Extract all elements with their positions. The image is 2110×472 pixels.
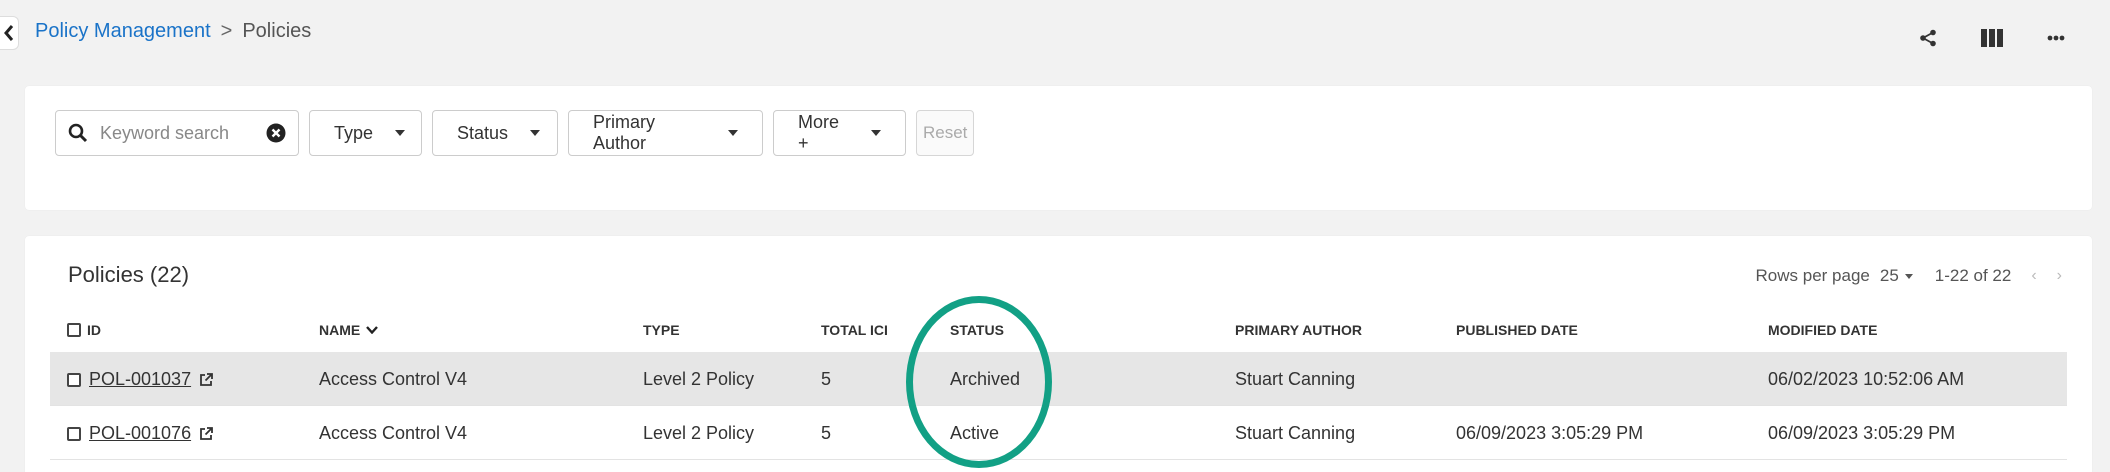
- rows-per-page-value: 25: [1879, 266, 1899, 285]
- page-actions: [1914, 24, 2070, 52]
- breadcrumb-policy-management[interactable]: Policy Management: [35, 20, 211, 43]
- rows-per-page-label: Rows per page: [1755, 266, 1870, 285]
- clear-search-button[interactable]: [266, 123, 286, 143]
- table-row[interactable]: POL-001037 Access Control V4 Level 2 Pol…: [50, 352, 2067, 406]
- policy-status: Archived: [950, 369, 1021, 389]
- policies-table-panel: Policies (22) Rows per page 25 1-22 of 2…: [25, 236, 2092, 472]
- table-header: ID NAME TYPE TOTAL ICI STATUS PRIMARY AU…: [50, 316, 2067, 344]
- row-checkbox[interactable]: [67, 372, 81, 387]
- table-title: Policies (22): [68, 262, 190, 287]
- column-header-status[interactable]: STATUS: [950, 322, 1004, 338]
- more-filters-button[interactable]: More +: [773, 110, 906, 156]
- status-filter-button[interactable]: Status: [432, 110, 558, 156]
- policy-total-ici: 5: [821, 423, 832, 443]
- table-row[interactable]: POL-001076 Access Control V4 Level 2 Pol…: [50, 406, 2067, 460]
- primary-author-filter-button[interactable]: Primary Author: [568, 110, 763, 156]
- select-all-checkbox[interactable]: [67, 323, 81, 337]
- search-box[interactable]: [55, 110, 299, 156]
- breadcrumb-separator: >: [220, 20, 233, 42]
- type-filter-button[interactable]: Type: [309, 110, 422, 156]
- policy-status: Active: [950, 423, 1000, 443]
- reset-button[interactable]: Reset: [916, 110, 975, 156]
- share-icon: [1920, 29, 1936, 47]
- sort-desc-icon: [366, 326, 379, 334]
- policy-primary-author: Stuart Canning: [1235, 369, 1356, 389]
- more-horizontal-icon: [2047, 35, 2065, 41]
- column-header-total-ici[interactable]: TOTAL ICI: [821, 322, 888, 338]
- column-header-primary-author[interactable]: PRIMARY AUTHOR: [1235, 322, 1362, 338]
- filter-panel: Type Status Primary Author More + Reset: [25, 86, 2092, 210]
- page-range: 1-22 of 22: [1934, 266, 2012, 285]
- policy-type: Level 2 Policy: [643, 423, 755, 443]
- column-header-modified-date[interactable]: MODIFIED DATE: [1768, 322, 1877, 338]
- share-button[interactable]: [1914, 24, 1942, 52]
- back-button[interactable]: [0, 16, 19, 50]
- policy-type: Level 2 Policy: [643, 369, 755, 389]
- policy-name: Access Control V4: [319, 369, 468, 389]
- pagination: Rows per page 25 1-22 of 22 ‹ ›: [1756, 266, 2062, 286]
- row-checkbox[interactable]: [67, 426, 81, 441]
- column-header-id[interactable]: ID: [67, 322, 101, 338]
- policy-id-link[interactable]: POL-001076: [89, 423, 191, 444]
- chevron-down-icon: [530, 130, 541, 136]
- search-input[interactable]: [100, 122, 240, 144]
- columns-button[interactable]: [1978, 24, 2006, 52]
- policy-id-link[interactable]: POL-001037: [89, 369, 191, 390]
- search-icon: [68, 123, 88, 143]
- policy-modified-date: 06/02/2023 10:52:06 AM: [1768, 369, 1965, 389]
- policy-total-ici: 5: [821, 369, 832, 389]
- type-filter-label: Type: [334, 122, 374, 143]
- columns-icon: [1981, 29, 2003, 47]
- primary-author-filter-label: Primary Author: [593, 112, 655, 153]
- status-filter-label: Status: [457, 122, 509, 143]
- rows-per-page-select[interactable]: 25: [1880, 266, 1913, 286]
- chevron-down-icon: [1904, 273, 1913, 279]
- more-options-button[interactable]: [2042, 24, 2070, 52]
- filter-row: Type Status Primary Author More + Reset: [55, 110, 975, 156]
- column-header-published-date[interactable]: PUBLISHED DATE: [1456, 322, 1578, 338]
- clear-icon: [266, 123, 286, 143]
- column-header-name[interactable]: NAME: [319, 322, 379, 338]
- external-link-icon[interactable]: [199, 372, 213, 387]
- breadcrumb: Policy Management > Policies: [35, 20, 311, 43]
- external-link-icon[interactable]: [199, 426, 213, 441]
- policy-modified-date: 06/09/2023 3:05:29 PM: [1768, 423, 1956, 443]
- policy-published-date: 06/09/2023 3:05:29 PM: [1456, 423, 1644, 443]
- prev-page-icon[interactable]: ‹: [2031, 267, 2036, 285]
- chevron-down-icon: [871, 130, 881, 136]
- next-page-icon[interactable]: ›: [2057, 267, 2062, 285]
- policy-primary-author: Stuart Canning: [1235, 423, 1356, 443]
- chevron-down-icon: [728, 130, 738, 136]
- breadcrumb-current: Policies: [242, 20, 312, 42]
- policy-name: Access Control V4: [319, 423, 468, 443]
- chevron-down-icon: [395, 130, 406, 136]
- back-chevron-icon: [4, 25, 14, 41]
- column-header-type[interactable]: TYPE: [643, 322, 680, 338]
- more-filters-label: More +: [798, 112, 840, 153]
